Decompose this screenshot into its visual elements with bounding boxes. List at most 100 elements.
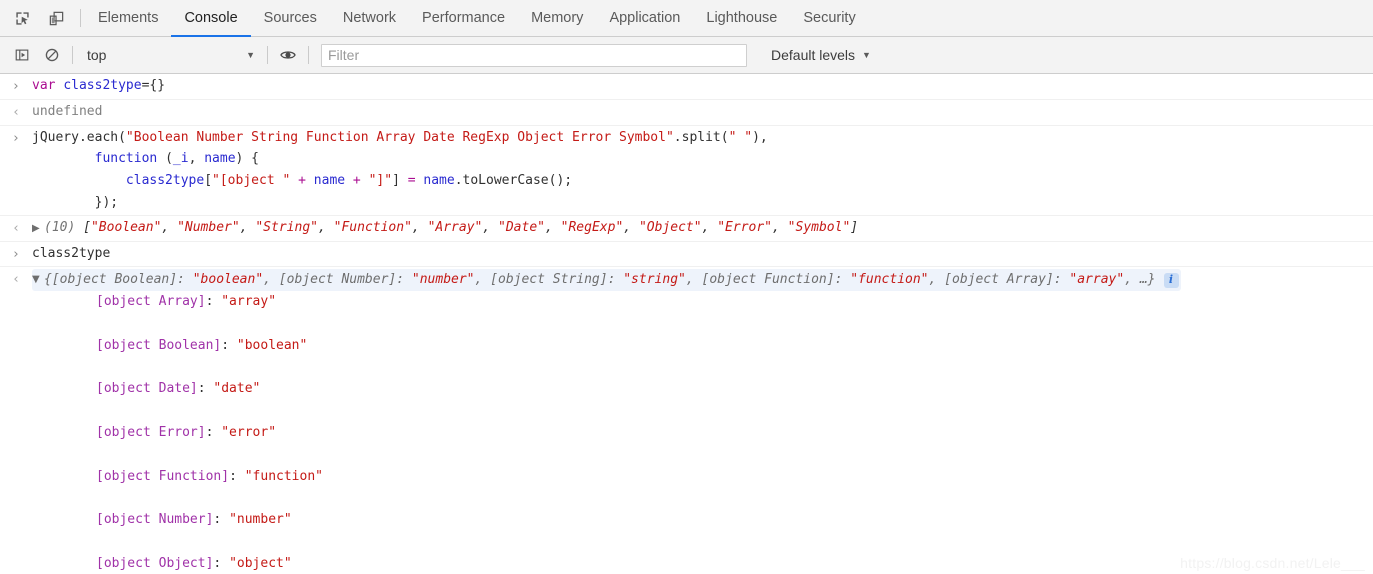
token-plain: ) { <box>235 151 260 167</box>
tab-security-label: Security <box>803 10 856 26</box>
clear-console-icon[interactable] <box>38 41 66 69</box>
array-item: "Boolean" <box>90 219 162 235</box>
array-close-bracket: ] <box>850 219 859 235</box>
token-operator: = <box>407 173 416 189</box>
property-name: [object Object] <box>96 555 214 571</box>
devtools-tool-icons <box>0 0 76 36</box>
object-preview-value: "function" <box>850 272 929 288</box>
console-input-row[interactable]: › class2type <box>0 242 1373 268</box>
device-toolbar-icon[interactable] <box>42 4 70 32</box>
input-gutter: › <box>0 75 32 98</box>
prompt-chevron-icon: › <box>13 79 19 94</box>
disclosure-triangle-icon[interactable]: ▶ <box>32 218 44 240</box>
log-levels-select[interactable]: Default levels ▼ <box>771 47 871 63</box>
code-line-1: jQuery.each("Boolean Number String Funct… <box>32 130 768 145</box>
execution-context-select[interactable]: top ▼ <box>79 44 261 66</box>
sep: , <box>474 272 491 288</box>
tab-sources[interactable]: Sources <box>251 0 330 36</box>
token-plain: ), <box>752 129 768 145</box>
tab-console[interactable]: Console <box>171 0 251 37</box>
input-gutter: › <box>0 127 32 150</box>
object-property-row[interactable]: [object Function]: "function" <box>32 466 1365 488</box>
tab-performance[interactable]: Performance <box>409 0 518 36</box>
result-chevron-icon: ‹ <box>13 220 19 236</box>
object-preview-value: "boolean" <box>192 272 264 288</box>
devtools-tabs: Elements Console Sources Network Perform… <box>85 0 869 37</box>
array-item: "Function" <box>333 219 412 235</box>
execution-context-value: top <box>87 47 107 63</box>
token-operator: + <box>345 173 369 189</box>
property-separator: : <box>221 337 237 353</box>
token-undefined: undefined <box>32 103 103 119</box>
property-separator: : <box>205 294 222 310</box>
tab-network[interactable]: Network <box>330 0 409 36</box>
object-property-row[interactable]: [object Array]: "array" <box>32 291 1365 313</box>
object-property-row[interactable]: [object Date]: "date" <box>32 378 1365 400</box>
token-identifier: class2type <box>125 173 205 189</box>
token-plain: .toLowerCase(); <box>454 173 573 189</box>
tab-security[interactable]: Security <box>790 0 868 36</box>
property-name: [object Date] <box>96 381 198 397</box>
object-property-row[interactable]: [object Object]: "object" <box>32 553 1365 574</box>
token-string: "Boolean Number String Function Array Da… <box>125 129 674 145</box>
token-string: "]" <box>368 173 393 189</box>
property-separator: : <box>213 555 230 571</box>
info-icon[interactable]: i <box>1163 272 1179 288</box>
console-input-text: class2type <box>32 243 1373 265</box>
live-expression-eye-icon[interactable] <box>274 41 302 69</box>
token-operator: + <box>290 173 314 189</box>
token-identifier: name <box>313 173 346 189</box>
console-output-text: undefined <box>32 101 1373 123</box>
console-messages-pane[interactable]: › var class2type={} ‹ undefined › jQuery… <box>0 74 1373 574</box>
token-plain: .split( <box>673 129 729 145</box>
token-plain: }); <box>32 194 119 210</box>
property-name: [object Boolean] <box>96 337 222 353</box>
array-item: "Error" <box>717 219 773 235</box>
devtools-tabbar: Elements Console Sources Network Perform… <box>0 0 1373 37</box>
token-function-kw: function <box>94 151 158 167</box>
array-item: "RegExp" <box>560 219 624 235</box>
output-gutter: ‹ <box>0 101 32 124</box>
token-param: _i <box>172 151 189 167</box>
console-object-result-row[interactable]: ‹ ▼{[object Boolean]: "boolean", [object… <box>0 267 1373 574</box>
token-string: " " <box>728 129 753 145</box>
array-item: "String" <box>255 219 318 235</box>
tab-memory[interactable]: Memory <box>518 0 596 36</box>
tab-performance-label: Performance <box>422 10 506 26</box>
console-input-text: var class2type={} <box>32 75 1373 97</box>
sep: , <box>772 219 788 235</box>
tab-elements[interactable]: Elements <box>85 0 171 36</box>
tab-lighthouse[interactable]: Lighthouse <box>693 0 790 36</box>
tab-sources-label: Sources <box>263 10 317 26</box>
object-property-row[interactable]: [object Number]: "number" <box>32 509 1365 531</box>
tab-application[interactable]: Application <box>596 0 693 36</box>
object-property-row[interactable]: [object Boolean]: "boolean" <box>32 335 1365 357</box>
inspect-element-icon[interactable] <box>8 4 36 32</box>
token-plain: [ <box>204 173 213 189</box>
sep: , <box>701 219 718 235</box>
toolbar-divider-3 <box>308 46 309 64</box>
array-item: "Array" <box>427 219 483 235</box>
object-preview-value: "array" <box>1069 272 1125 288</box>
console-input-row[interactable]: › var class2type={} <box>0 74 1373 100</box>
sep: , <box>317 219 334 235</box>
tab-elements-label: Elements <box>98 10 159 26</box>
token-param: name <box>204 151 236 167</box>
result-chevron-icon: ‹ <box>13 104 19 120</box>
console-output-row[interactable]: ‹ ▶ (10) ["Boolean", "Number", "String", … <box>0 216 1373 242</box>
object-property-row[interactable]: [object Error]: "error" <box>32 422 1365 444</box>
console-output-row: ‹ undefined <box>0 100 1373 126</box>
result-chevron-icon: ‹ <box>13 272 19 288</box>
token-plain: , <box>188 151 205 167</box>
console-input-text: jQuery.each("Boolean Number String Funct… <box>32 127 1373 214</box>
object-preview-line[interactable]: ▼{[object Boolean]: "boolean", [object N… <box>32 269 1181 292</box>
disclosure-triangle-icon[interactable]: ▼ <box>32 269 44 291</box>
code-line-2: function (_i, name) { <box>32 151 259 166</box>
console-input-row[interactable]: › jQuery.each("Boolean Number String Fun… <box>0 126 1373 216</box>
property-name: [object Error] <box>96 424 206 440</box>
token-identifier: class2type <box>32 245 111 261</box>
console-sidebar-icon[interactable] <box>8 41 36 69</box>
array-item: "Number" <box>177 219 240 235</box>
filter-input[interactable]: Filter <box>321 43 747 67</box>
